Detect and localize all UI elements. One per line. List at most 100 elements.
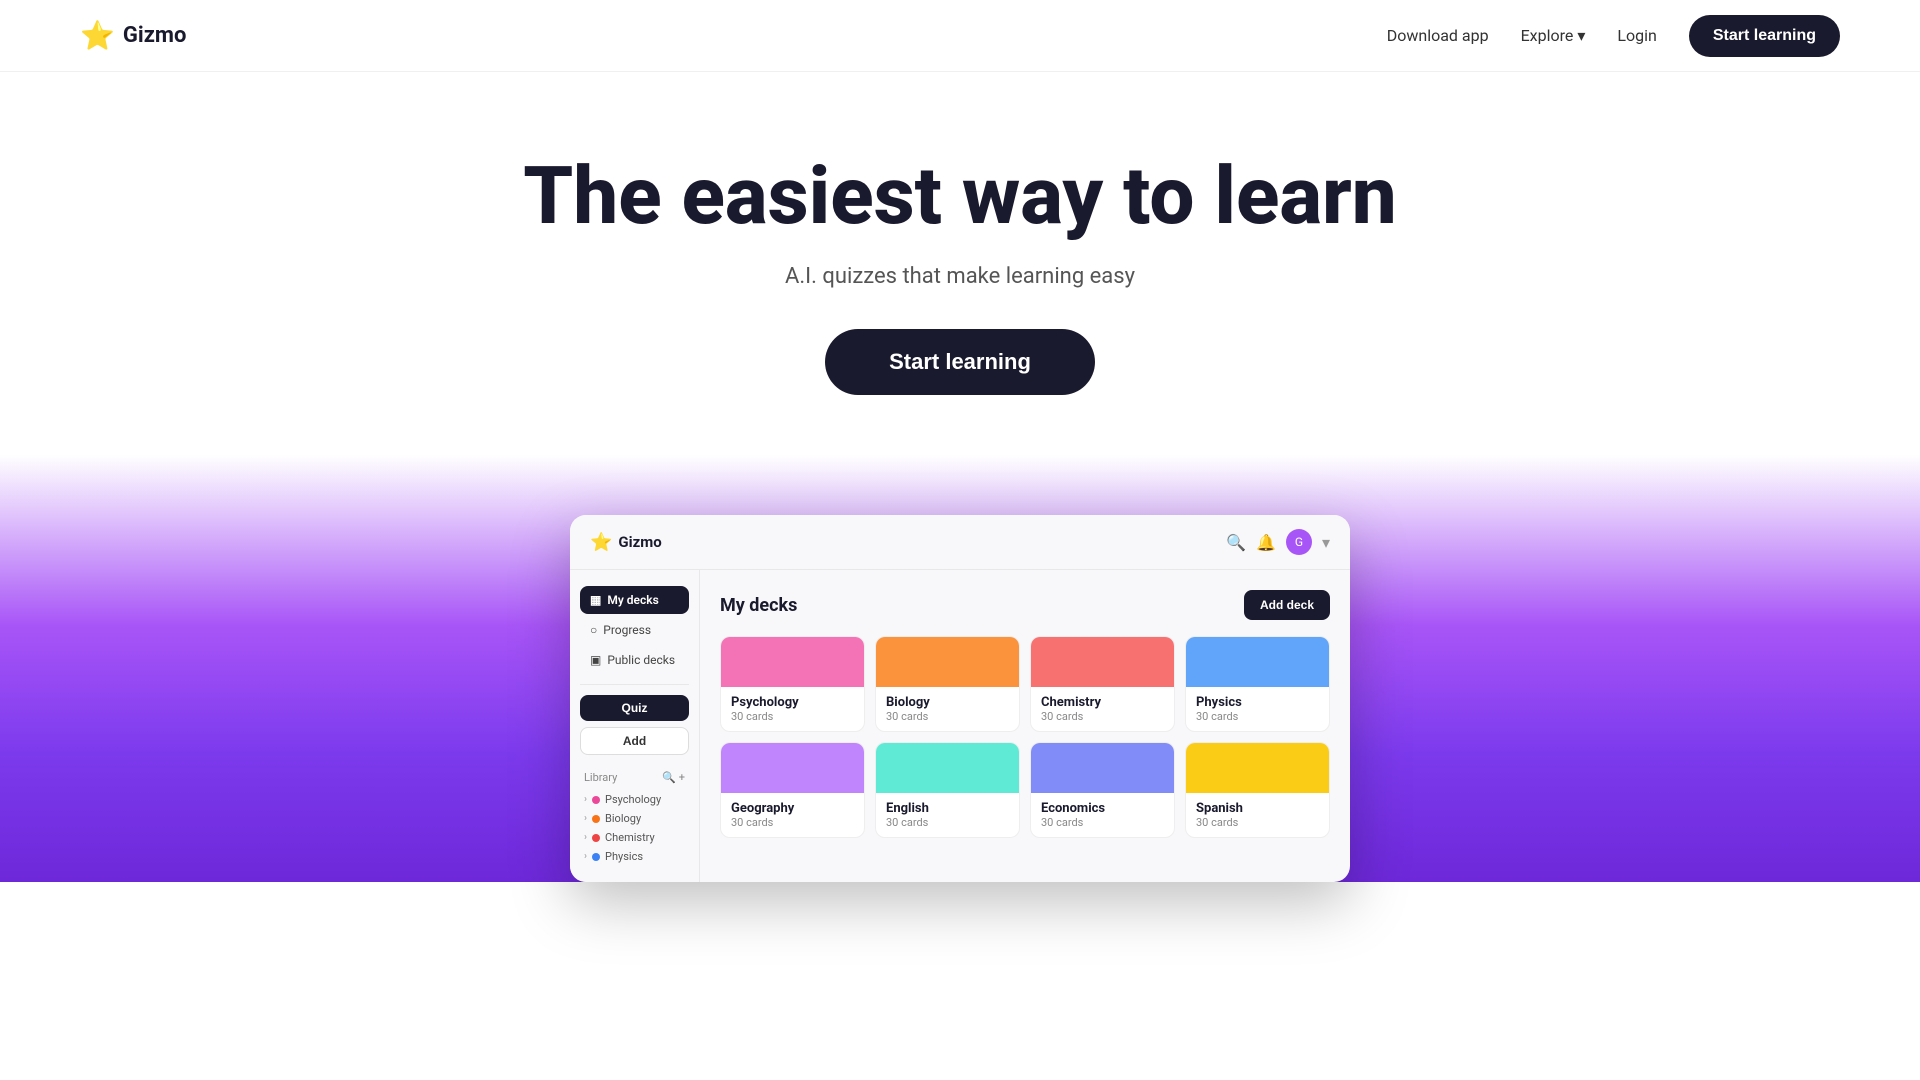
- logo-text: Gizmo: [123, 23, 187, 48]
- main-content: My decks Add deck Psychology 30 cards Bi…: [700, 570, 1350, 882]
- chevron-right-icon: ›: [584, 851, 587, 862]
- app-logo: ⭐ Gizmo: [590, 532, 662, 553]
- sidebar-item-my-decks[interactable]: ▦ My decks: [580, 586, 689, 614]
- library-item-label: Psychology: [605, 793, 661, 806]
- chevron-right-icon: ›: [584, 832, 587, 843]
- progress-icon: ○: [590, 623, 597, 637]
- deck-color-bar: [721, 743, 864, 793]
- logo-star-icon: ⭐: [80, 19, 115, 52]
- deck-name: Psychology: [731, 695, 854, 710]
- public-decks-icon: ▣: [590, 653, 601, 667]
- deck-name: Geography: [731, 801, 854, 816]
- sidebar-item-public-decks[interactable]: ▣ Public decks: [580, 646, 689, 674]
- search-icon[interactable]: 🔍: [1226, 533, 1246, 552]
- sidebar: ▦ My decks ○ Progress ▣ Public decks Qui…: [570, 570, 700, 882]
- deck-card[interactable]: Psychology 30 cards: [720, 636, 865, 732]
- deck-name: Chemistry: [1041, 695, 1164, 710]
- navbar: ⭐ Gizmo Download app Explore ▾ Login Sta…: [0, 0, 1920, 72]
- deck-info: Psychology 30 cards: [721, 687, 864, 731]
- deck-card[interactable]: Spanish 30 cards: [1185, 742, 1330, 838]
- app-body: ▦ My decks ○ Progress ▣ Public decks Qui…: [570, 570, 1350, 882]
- app-logo-text: Gizmo: [618, 533, 661, 551]
- color-dot: [592, 834, 600, 842]
- sidebar-item-progress[interactable]: ○ Progress: [580, 616, 689, 644]
- library-header: Library 🔍 +: [580, 771, 689, 784]
- deck-count: 30 cards: [731, 816, 854, 829]
- nav-links: Download app Explore ▾ Login Start learn…: [1387, 15, 1840, 57]
- deck-color-bar: [876, 743, 1019, 793]
- deck-info: Spanish 30 cards: [1186, 793, 1329, 837]
- nav-start-learning-button[interactable]: Start learning: [1689, 15, 1840, 57]
- deck-color-bar: [1186, 637, 1329, 687]
- deck-info: English 30 cards: [876, 793, 1019, 837]
- deck-count: 30 cards: [731, 710, 854, 723]
- deck-name: Economics: [1041, 801, 1164, 816]
- preview-section: ⭐ Gizmo 🔍 🔔 G ▾ ▦ My decks ○ Progress: [0, 455, 1920, 882]
- hero-title: The easiest way to learn: [523, 152, 1397, 240]
- app-titlebar-icons: 🔍 🔔 G ▾: [1226, 529, 1330, 555]
- deck-info: Geography 30 cards: [721, 793, 864, 837]
- deck-card[interactable]: Economics 30 cards: [1030, 742, 1175, 838]
- deck-name: Spanish: [1196, 801, 1319, 816]
- deck-info: Economics 30 cards: [1031, 793, 1174, 837]
- deck-color-bar: [1186, 743, 1329, 793]
- deck-card[interactable]: English 30 cards: [875, 742, 1020, 838]
- deck-info: Biology 30 cards: [876, 687, 1019, 731]
- app-titlebar: ⭐ Gizmo 🔍 🔔 G ▾: [570, 515, 1350, 570]
- add-button[interactable]: Add: [580, 727, 689, 755]
- deck-count: 30 cards: [1041, 710, 1164, 723]
- app-window: ⭐ Gizmo 🔍 🔔 G ▾ ▦ My decks ○ Progress: [570, 515, 1350, 882]
- deck-color-bar: [1031, 743, 1174, 793]
- library-items: › Psychology › Biology › Chemistry › Phy…: [580, 790, 689, 866]
- bell-icon[interactable]: 🔔: [1256, 533, 1276, 552]
- deck-info: Physics 30 cards: [1186, 687, 1329, 731]
- login-link[interactable]: Login: [1617, 26, 1656, 45]
- chevron-down-icon: ▾: [1577, 26, 1585, 45]
- deck-card[interactable]: Chemistry 30 cards: [1030, 636, 1175, 732]
- library-item-label: Biology: [605, 812, 641, 825]
- library-item[interactable]: › Physics: [580, 847, 689, 866]
- deck-count: 30 cards: [886, 816, 1009, 829]
- chevron-down-icon: ▾: [1322, 533, 1330, 552]
- download-app-link[interactable]: Download app: [1387, 26, 1489, 45]
- color-dot: [592, 853, 600, 861]
- library-item[interactable]: › Chemistry: [580, 828, 689, 847]
- deck-count: 30 cards: [1041, 816, 1164, 829]
- library-actions: 🔍 +: [662, 771, 685, 784]
- app-logo-star-icon: ⭐: [590, 532, 612, 553]
- add-deck-button[interactable]: Add deck: [1244, 590, 1330, 620]
- deck-count: 30 cards: [1196, 816, 1319, 829]
- library-item-label: Physics: [605, 850, 643, 863]
- deck-card[interactable]: Geography 30 cards: [720, 742, 865, 838]
- deck-color-bar: [876, 637, 1019, 687]
- deck-count: 30 cards: [1196, 710, 1319, 723]
- hero-start-learning-button[interactable]: Start learning: [825, 329, 1095, 395]
- main-content-header: My decks Add deck: [720, 590, 1330, 620]
- library-item[interactable]: › Biology: [580, 809, 689, 828]
- chevron-right-icon: ›: [584, 813, 587, 824]
- deck-count: 30 cards: [886, 710, 1009, 723]
- deck-card[interactable]: Physics 30 cards: [1185, 636, 1330, 732]
- color-dot: [592, 796, 600, 804]
- hero-section: The easiest way to learn A.I. quizzes th…: [0, 72, 1920, 455]
- deck-name: Biology: [886, 695, 1009, 710]
- library-item[interactable]: › Psychology: [580, 790, 689, 809]
- deck-name: English: [886, 801, 1009, 816]
- deck-name: Physics: [1196, 695, 1319, 710]
- hero-subtitle: A.I. quizzes that make learning easy: [785, 264, 1135, 289]
- logo[interactable]: ⭐ Gizmo: [80, 19, 186, 52]
- color-dot: [592, 815, 600, 823]
- decks-grid: Psychology 30 cards Biology 30 cards Che…: [720, 636, 1330, 838]
- library-item-label: Chemistry: [605, 831, 655, 844]
- deck-color-bar: [1031, 637, 1174, 687]
- explore-menu[interactable]: Explore ▾: [1521, 26, 1586, 45]
- chevron-right-icon: ›: [584, 794, 587, 805]
- quiz-button[interactable]: Quiz: [580, 695, 689, 721]
- library-section: Library 🔍 + › Psychology › Biology › Che…: [580, 771, 689, 866]
- main-title: My decks: [720, 595, 797, 616]
- deck-card[interactable]: Biology 30 cards: [875, 636, 1020, 732]
- avatar[interactable]: G: [1286, 529, 1312, 555]
- decks-icon: ▦: [590, 593, 601, 607]
- deck-color-bar: [721, 637, 864, 687]
- deck-info: Chemistry 30 cards: [1031, 687, 1174, 731]
